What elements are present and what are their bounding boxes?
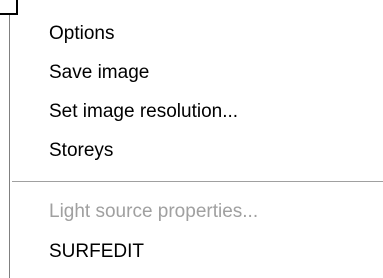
corner-frame xyxy=(0,0,18,15)
menu-item-save-image[interactable]: Save image xyxy=(49,58,149,88)
menu-item-set-image-resolution[interactable]: Set image resolution... xyxy=(49,97,238,127)
menu-separator xyxy=(12,181,383,183)
menu-item-light-source-properties: Light source properties... xyxy=(49,201,259,222)
menu-item-surfedit[interactable]: SURFEDIT xyxy=(49,237,144,267)
context-menu: Options Save image Set image resolution.… xyxy=(9,15,383,278)
menu-item-options[interactable]: Options xyxy=(49,19,114,49)
menu-item-storeys[interactable]: Storeys xyxy=(49,136,113,166)
screen: Options Save image Set image resolution.… xyxy=(0,0,383,278)
